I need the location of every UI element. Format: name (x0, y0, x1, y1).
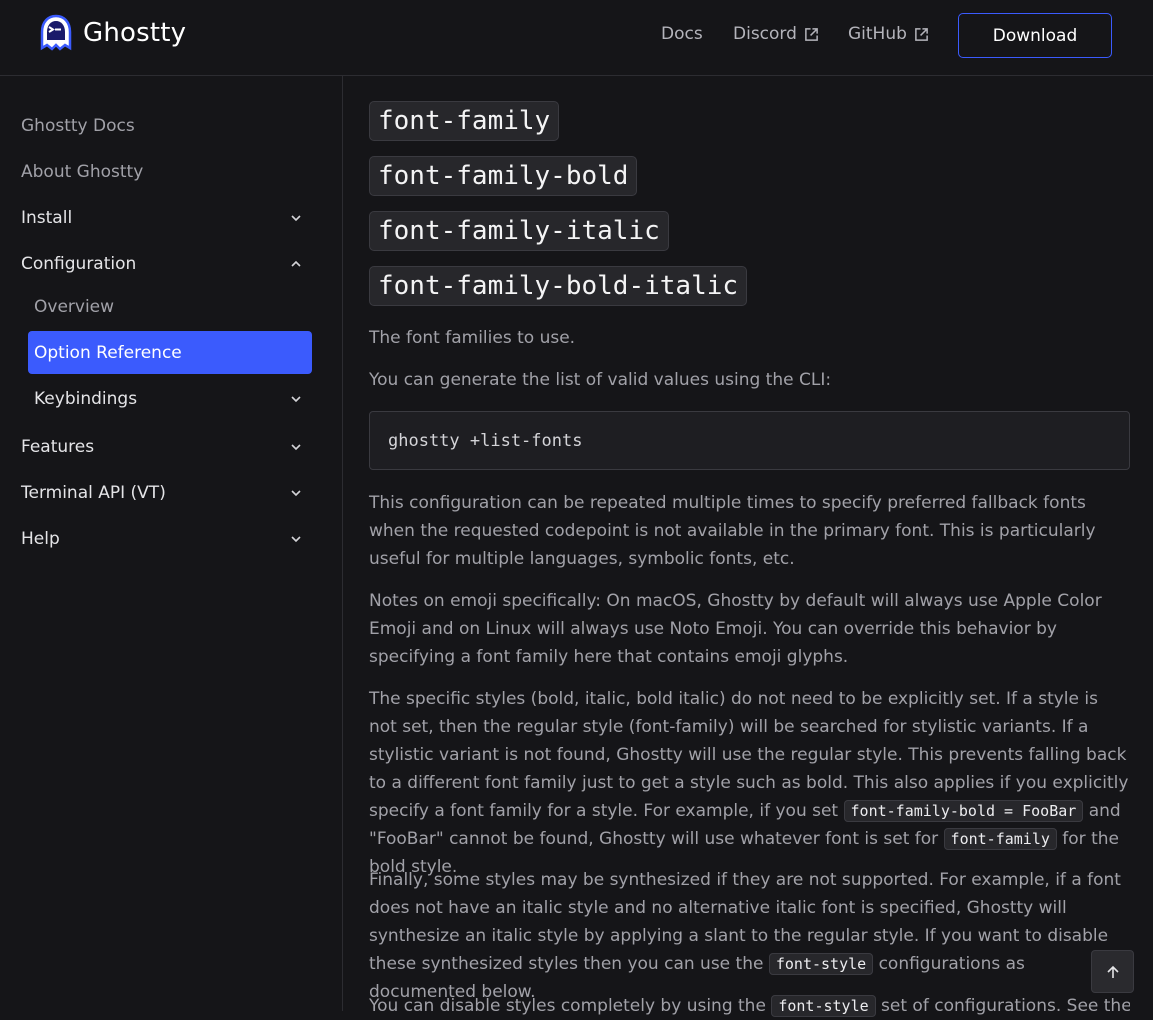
paragraph: You can generate the list of valid value… (369, 370, 832, 390)
sidebar: Ghostty Docs About Ghostty Install Confi… (0, 76, 343, 1011)
paragraph: You can disable styles completely by usi… (369, 992, 1130, 1020)
sidebar-item-help[interactable]: Help (21, 527, 311, 551)
inline-code: font-family (943, 828, 1057, 850)
option-heading: font-family-italic (369, 211, 669, 251)
sidebar-item-ghostty-docs[interactable]: Ghostty Docs (21, 114, 311, 138)
option-heading: font-family-bold (369, 156, 638, 196)
nav-github-label: GitHub (848, 24, 907, 44)
sidebar-item-overview[interactable]: Overview (34, 295, 311, 319)
code-block: ghostty +list-fonts (369, 411, 1130, 470)
paragraph: The font families to use. (369, 328, 576, 348)
inline-code: font-family-bold = FooBar (843, 800, 1084, 822)
ghost-icon (40, 14, 72, 51)
chevron-down-icon (291, 444, 301, 451)
scroll-to-top-button[interactable] (1091, 950, 1134, 993)
sidebar-item-label: Configuration (21, 254, 137, 274)
nav-github-link[interactable]: GitHub (848, 24, 929, 44)
nav-discord-label: Discord (733, 24, 797, 44)
sidebar-item-keybindings[interactable]: Keybindings (34, 387, 311, 411)
sidebar-item-label: About Ghostty (21, 162, 144, 182)
sidebar-item-label: Help (21, 529, 60, 549)
sidebar-item-features[interactable]: Features (21, 435, 311, 459)
brand-name: Ghostty (83, 18, 187, 48)
chevron-down-icon (291, 215, 301, 222)
paragraph: The specific styles (bold, italic, bold … (369, 685, 1130, 881)
chevron-down-icon (291, 490, 301, 497)
paragraph: Finally, some styles may be synthesized … (369, 866, 1130, 1006)
sidebar-item-label: Option Reference (34, 342, 182, 363)
external-link-icon (915, 27, 928, 41)
nav-discord-link[interactable]: Discord (733, 24, 819, 44)
sidebar-item-about-ghostty[interactable]: About Ghostty (21, 160, 311, 184)
nav-docs-label: Docs (661, 24, 703, 44)
paragraph-text: You can disable styles completely by usi… (369, 996, 772, 1016)
chevron-down-icon (291, 536, 301, 543)
sidebar-item-label: Terminal API (VT) (21, 483, 166, 503)
sidebar-item-label: Features (21, 437, 95, 457)
external-link-icon (805, 27, 818, 41)
top-header: Ghostty Docs Discord GitHub Download (0, 0, 1153, 76)
download-button[interactable]: Download (958, 13, 1112, 58)
inline-code: font-style (771, 995, 876, 1017)
paragraph: This configuration can be repeated multi… (369, 493, 1096, 569)
sidebar-item-option-reference[interactable]: Option Reference (28, 331, 312, 374)
sidebar-item-terminal-api[interactable]: Terminal API (VT) (21, 481, 311, 505)
code-text: ghostty +list-fonts (388, 430, 583, 451)
sidebar-item-label: Overview (34, 297, 115, 317)
inline-code: font-style (768, 953, 874, 975)
paragraph: Notes on emoji specifically: On macOS, G… (369, 591, 1102, 667)
arrow-up-icon (1106, 965, 1119, 978)
sidebar-item-install[interactable]: Install (21, 206, 311, 230)
sidebar-item-label: Ghostty Docs (21, 116, 135, 136)
sidebar-item-label: Install (21, 208, 73, 228)
brand-logo-link[interactable]: Ghostty (38, 14, 186, 52)
nav-docs-link[interactable]: Docs (661, 24, 703, 44)
chevron-down-icon (291, 396, 301, 403)
option-heading: font-family-bold-italic (369, 266, 748, 306)
sidebar-item-label: Keybindings (34, 389, 138, 409)
paragraph-text: set of configurations. See the (875, 996, 1130, 1016)
sidebar-item-configuration[interactable]: Configuration (21, 252, 311, 276)
option-heading: font-family (369, 101, 560, 141)
chevron-up-icon (291, 260, 301, 267)
